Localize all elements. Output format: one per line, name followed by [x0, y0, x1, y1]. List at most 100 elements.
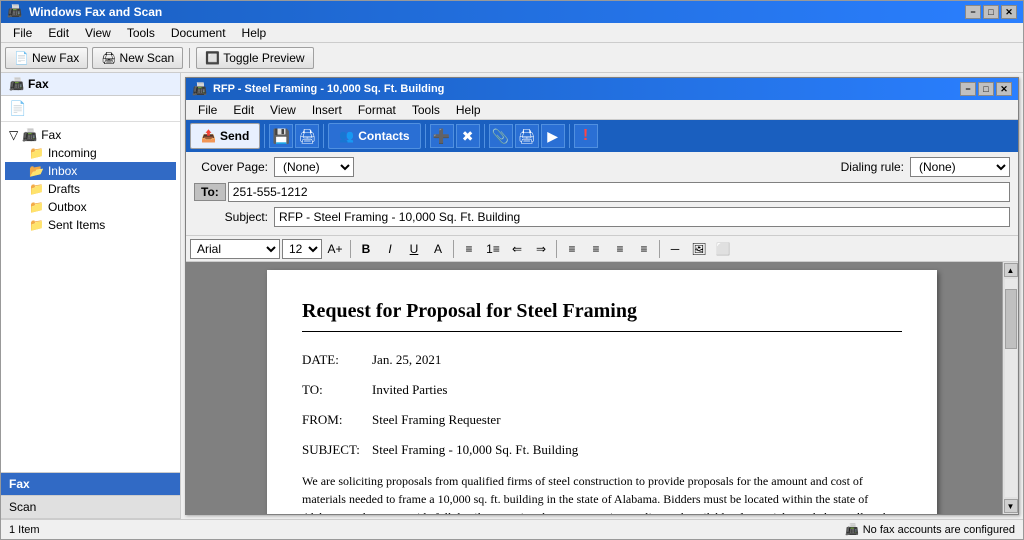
indent-button[interactable]: ⇒	[530, 239, 552, 259]
close-button[interactable]: ✕	[1001, 5, 1017, 19]
outbox-label: Outbox	[48, 200, 87, 214]
outer-win-controls: − □ ✕	[965, 5, 1017, 19]
inner-menu-help[interactable]: Help	[448, 101, 489, 119]
doc-from-label: FROM:	[302, 412, 372, 428]
maximize-button[interactable]: □	[983, 5, 999, 19]
scroll-up-arrow[interactable]: ▲	[1004, 263, 1018, 277]
arrow-icon[interactable]: ▶	[541, 124, 565, 148]
sidebar-item-outbox[interactable]: 📁 Outbox	[5, 198, 176, 216]
to-button[interactable]: To:	[194, 183, 226, 201]
menu-help[interactable]: Help	[234, 24, 275, 42]
menu-file[interactable]: File	[5, 24, 40, 42]
fax-header-icon: 📠	[9, 77, 24, 91]
insert-icon-button[interactable]: ⬜	[712, 239, 734, 259]
toggle-preview-icon: 🔲	[205, 51, 220, 65]
justify-button[interactable]: ≡	[633, 239, 655, 259]
inner-menu-tools[interactable]: Tools	[404, 101, 448, 119]
align-center-button[interactable]: ≡	[585, 239, 607, 259]
document-page-1: Request for Proposal for Steel Framing D…	[267, 270, 937, 514]
print-icon-button[interactable]: 🖨	[295, 124, 319, 148]
font-family-select[interactable]: Arial	[190, 239, 280, 259]
inner-minimize-button[interactable]: −	[960, 82, 976, 96]
sidebar-item-inbox[interactable]: 📂 Inbox	[5, 162, 176, 180]
sidebar-tree: ▽ 📠 Fax 📁 Incoming 📂 Inbox 📁	[1, 122, 180, 472]
menu-document[interactable]: Document	[163, 24, 234, 42]
contacts-button[interactable]: 👥 Contacts	[328, 123, 420, 149]
subject-label: Subject:	[194, 210, 274, 224]
inner-window-icon: 📠	[192, 82, 207, 96]
inner-menu-insert[interactable]: Insert	[304, 101, 350, 119]
doc-subject-row: SUBJECT: Steel Framing - 10,000 Sq. Ft. …	[302, 442, 902, 458]
image-button[interactable]: 🖼	[688, 239, 710, 259]
menu-edit[interactable]: Edit	[40, 24, 77, 42]
dialing-rule-select[interactable]: (None)	[910, 157, 1010, 177]
italic-button[interactable]: I	[379, 239, 401, 259]
inner-window-title: RFP - Steel Framing - 10,000 Sq. Ft. Bui…	[213, 83, 960, 95]
to-input[interactable]	[228, 182, 1010, 202]
delete-icon[interactable]: ✖	[456, 124, 480, 148]
inner-title-bar: 📠 RFP - Steel Framing - 10,000 Sq. Ft. B…	[186, 78, 1018, 100]
new-page-icon[interactable]: 📄	[9, 100, 26, 117]
inner-restore-button[interactable]: □	[978, 82, 994, 96]
add-recipient-icon[interactable]: ➕	[430, 124, 454, 148]
new-scan-label: New Scan	[120, 51, 175, 65]
sidebar-item-drafts[interactable]: 📁 Drafts	[5, 180, 176, 198]
attach-icon[interactable]: 📎	[489, 124, 513, 148]
subject-input[interactable]	[274, 207, 1010, 227]
scroll-thumb[interactable]	[1005, 289, 1017, 349]
outer-toolbar: 📄 New Fax 🖨 New Scan 🔲 Toggle Preview	[1, 43, 1023, 73]
scroll-down-arrow[interactable]: ▼	[1004, 499, 1018, 513]
sidebar-item-incoming[interactable]: 📁 Incoming	[5, 144, 176, 162]
cover-page-select[interactable]: (None)	[274, 157, 354, 177]
outer-main-area: 📠 Fax 📄 ▽ 📠 Fax 📁 Incoming	[1, 73, 1023, 519]
tab-fax[interactable]: Fax	[1, 473, 180, 496]
new-fax-icon: 📄	[14, 51, 29, 65]
underline-button[interactable]: U	[403, 239, 425, 259]
menu-tools[interactable]: Tools	[119, 24, 163, 42]
doc-subject-value: Steel Framing - 10,000 Sq. Ft. Building	[372, 442, 902, 458]
fax-folder-icon: 📠	[22, 128, 37, 142]
align-right-button[interactable]: ≡	[609, 239, 631, 259]
font-color-button[interactable]: A	[427, 239, 449, 259]
toggle-preview-button[interactable]: 🔲 Toggle Preview	[196, 47, 313, 69]
toolbar-sep-1	[264, 124, 265, 148]
fmt-sep-1	[350, 240, 351, 258]
send-button[interactable]: 📤 Send	[190, 123, 260, 149]
font-size-select[interactable]: 12	[282, 239, 322, 259]
document-area: ▲ ▼ Request for Proposal for Steel Frami…	[186, 262, 1018, 514]
sidebar-item-fax[interactable]: ▽ 📠 Fax	[5, 126, 176, 144]
numbering-button[interactable]: 1≡	[482, 239, 504, 259]
inbox-label: Inbox	[48, 164, 77, 178]
status-fax-status: 📠 No fax accounts are configured	[845, 523, 1015, 536]
bullets-button[interactable]: ≡	[458, 239, 480, 259]
drafts-label: Drafts	[48, 182, 80, 196]
send-label: Send	[220, 129, 249, 143]
doc-subject-label: SUBJECT:	[302, 442, 372, 458]
inner-menu-format[interactable]: Format	[350, 101, 404, 119]
scroll-track[interactable]	[1005, 279, 1017, 497]
line-button[interactable]: ─	[664, 239, 686, 259]
tab-scan-label: Scan	[9, 500, 36, 514]
outdent-button[interactable]: ⇐	[506, 239, 528, 259]
inner-menu-view[interactable]: View	[262, 101, 304, 119]
inner-menu-file[interactable]: File	[190, 101, 225, 119]
inner-menu-edit[interactable]: Edit	[225, 101, 262, 119]
tab-scan[interactable]: Scan	[1, 496, 180, 519]
vertical-scrollbar[interactable]: ▲ ▼	[1002, 262, 1018, 514]
scan-icon-btn[interactable]: 🖨	[515, 124, 539, 148]
doc-from-value: Steel Framing Requester	[372, 412, 902, 428]
inner-close-button[interactable]: ✕	[996, 82, 1012, 96]
incoming-label: Incoming	[48, 146, 97, 160]
new-fax-button[interactable]: 📄 New Fax	[5, 47, 88, 69]
alert-icon[interactable]: !	[574, 124, 598, 148]
save-icon-button[interactable]: 💾	[269, 124, 293, 148]
bold-button[interactable]: B	[355, 239, 377, 259]
cover-page-row: Cover Page: (None) Dialing rule: (None)	[194, 156, 1010, 178]
minimize-button[interactable]: −	[965, 5, 981, 19]
toolbar-separator	[189, 48, 190, 68]
font-size-inc-button[interactable]: A+	[324, 239, 346, 259]
sidebar-item-sent[interactable]: 📁 Sent Items	[5, 216, 176, 234]
new-scan-button[interactable]: 🖨 New Scan	[92, 47, 183, 69]
menu-view[interactable]: View	[77, 24, 119, 42]
align-left-button[interactable]: ≡	[561, 239, 583, 259]
